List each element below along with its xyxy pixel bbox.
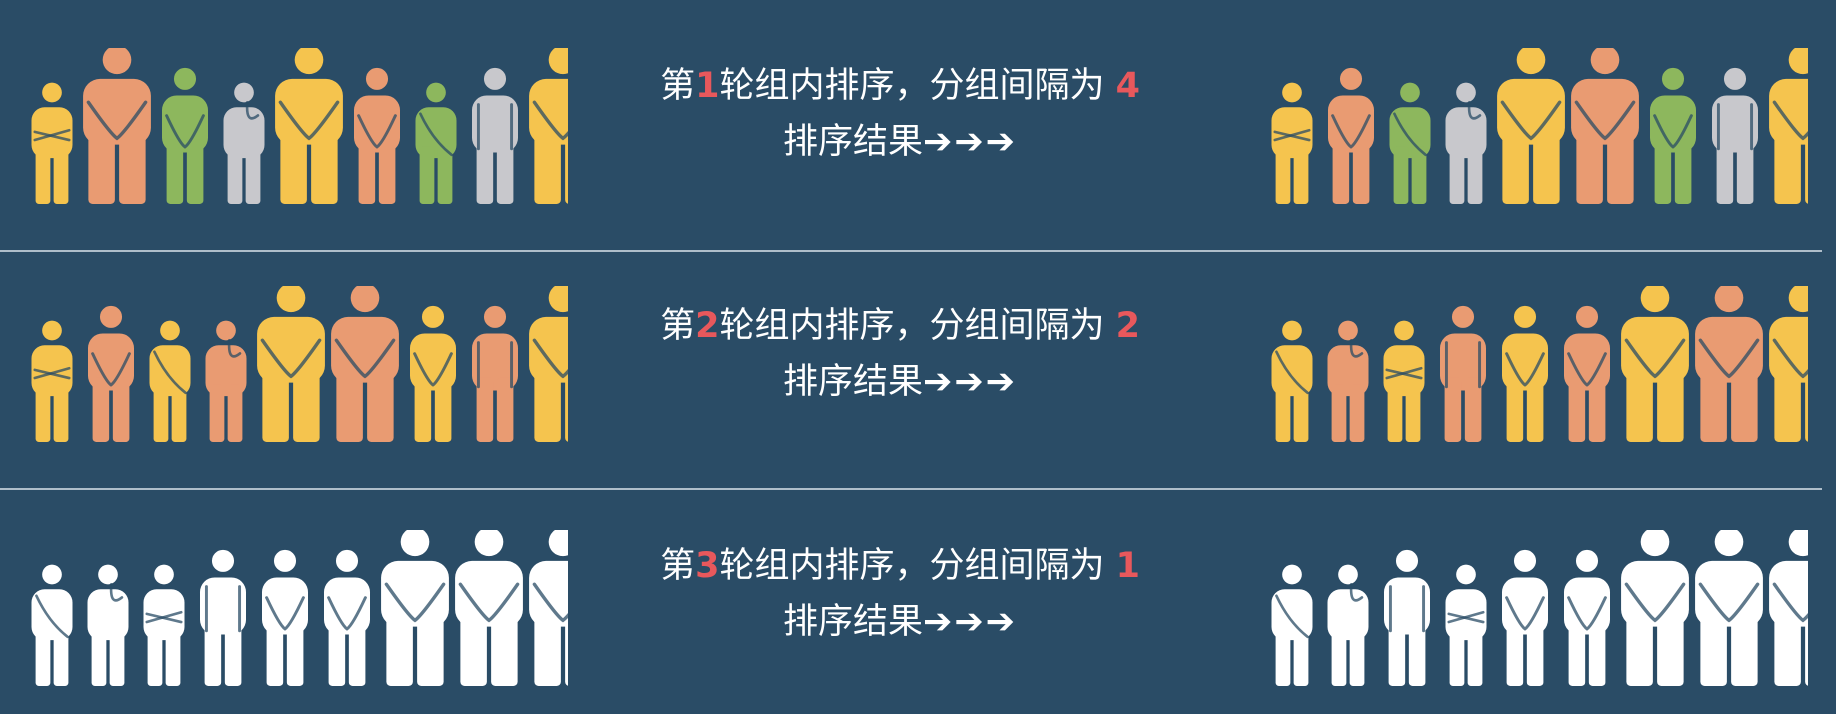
person-icon <box>1769 527 1836 686</box>
round-caption-3: 第3轮组内排序，分组间隔为 1 排序结果➔➔➔ <box>600 538 1200 650</box>
person-icon <box>1769 283 1836 442</box>
person-icon <box>354 67 400 204</box>
person-icon <box>1384 549 1430 686</box>
person-icon <box>31 564 73 686</box>
person-icon <box>88 305 134 442</box>
person-icon <box>1497 45 1565 204</box>
person-icon <box>143 564 185 686</box>
round-row-3: 第3轮组内排序，分组间隔为 1 排序结果➔➔➔ <box>0 478 1836 714</box>
gap-number: 1 <box>1115 546 1140 586</box>
person-icon <box>1445 564 1487 686</box>
person-icon <box>472 67 518 204</box>
gap-number: 2 <box>1115 306 1140 346</box>
person-icon <box>410 305 456 442</box>
result-label: 排序结果 <box>783 602 924 642</box>
person-icon <box>162 67 208 204</box>
person-icon <box>1389 82 1431 204</box>
right-arrows-icon: ➔➔➔ <box>923 602 1017 642</box>
person-icon <box>31 320 73 442</box>
round-caption-line: 第1轮组内排序，分组间隔为 4 <box>600 58 1200 114</box>
people-after-round-1 <box>1268 45 1836 208</box>
person-icon <box>205 320 247 442</box>
person-icon <box>1327 320 1369 442</box>
round-number: 2 <box>695 306 720 346</box>
person-icon <box>262 549 308 686</box>
caption-middle: 轮组内排序，分组间隔为 <box>719 546 1116 586</box>
person-icon <box>31 82 73 204</box>
person-icon <box>149 320 191 442</box>
people-after-round-3 <box>1268 527 1836 690</box>
caption-middle: 轮组内排序，分组间隔为 <box>719 306 1116 346</box>
person-icon <box>415 82 457 204</box>
person-icon <box>1769 45 1836 204</box>
person-icon <box>381 527 449 686</box>
person-icon <box>1502 305 1548 442</box>
person-icon <box>1327 564 1369 686</box>
person-icon <box>200 549 246 686</box>
person-icon <box>529 45 597 204</box>
shell-sort-diagram: 第1轮组内排序，分组间隔为 4 排序结果➔➔➔ 第2轮组内排序，分组间隔为 2 … <box>0 0 1836 700</box>
people-after-round-2 <box>1268 283 1836 446</box>
person-icon <box>1571 45 1639 204</box>
people-row-svg <box>1271 527 1836 686</box>
person-icon <box>1271 564 1313 686</box>
person-icon <box>472 305 518 442</box>
person-icon <box>1650 67 1696 204</box>
caption-prefix: 第 <box>660 66 696 106</box>
round-number: 3 <box>695 546 720 586</box>
people-before-round-1 <box>28 45 597 208</box>
result-caption-line: 排序结果➔➔➔ <box>600 354 1200 410</box>
result-caption-line: 排序结果➔➔➔ <box>600 114 1200 170</box>
person-icon <box>1621 283 1689 442</box>
person-icon <box>1445 82 1487 204</box>
person-icon <box>1564 549 1610 686</box>
caption-prefix: 第 <box>660 546 696 586</box>
people-row-svg <box>1271 45 1836 204</box>
person-icon <box>1695 283 1763 442</box>
result-label: 排序结果 <box>783 362 924 402</box>
person-icon <box>1621 527 1689 686</box>
round-caption-line: 第3轮组内排序，分组间隔为 1 <box>600 538 1200 594</box>
person-icon <box>1271 82 1313 204</box>
person-icon <box>1440 305 1486 442</box>
person-icon <box>324 549 370 686</box>
person-icon <box>275 45 343 204</box>
person-icon <box>1695 527 1763 686</box>
people-row-svg <box>31 283 597 442</box>
people-before-round-3 <box>28 527 597 690</box>
person-icon <box>257 283 325 442</box>
gap-number: 4 <box>1115 66 1140 106</box>
person-icon <box>1271 320 1313 442</box>
person-icon <box>1712 67 1758 204</box>
round-caption-2: 第2轮组内排序，分组间隔为 2 排序结果➔➔➔ <box>600 298 1200 410</box>
round-row-1: 第1轮组内排序，分组间隔为 4 排序结果➔➔➔ <box>0 0 1836 236</box>
people-row-svg <box>1271 283 1836 442</box>
person-icon <box>455 527 523 686</box>
person-icon <box>87 564 129 686</box>
person-icon <box>529 527 597 686</box>
result-label: 排序结果 <box>783 122 924 162</box>
person-icon <box>1502 549 1548 686</box>
person-icon <box>1564 305 1610 442</box>
round-row-2: 第2轮组内排序，分组间隔为 2 排序结果➔➔➔ <box>0 240 1836 476</box>
right-arrows-icon: ➔➔➔ <box>923 362 1017 402</box>
round-number: 1 <box>695 66 720 106</box>
person-icon <box>1328 67 1374 204</box>
people-row-svg <box>31 527 597 686</box>
people-before-round-2 <box>28 283 597 446</box>
round-caption-line: 第2轮组内排序，分组间隔为 2 <box>600 298 1200 354</box>
person-icon <box>83 45 151 204</box>
caption-middle: 轮组内排序，分组间隔为 <box>719 66 1116 106</box>
person-icon <box>529 283 597 442</box>
caption-prefix: 第 <box>660 306 696 346</box>
person-icon <box>331 283 399 442</box>
right-arrows-icon: ➔➔➔ <box>923 122 1017 162</box>
person-icon <box>223 82 265 204</box>
people-row-svg <box>31 45 597 204</box>
result-caption-line: 排序结果➔➔➔ <box>600 594 1200 650</box>
person-icon <box>1383 320 1425 442</box>
round-caption-1: 第1轮组内排序，分组间隔为 4 排序结果➔➔➔ <box>600 58 1200 170</box>
